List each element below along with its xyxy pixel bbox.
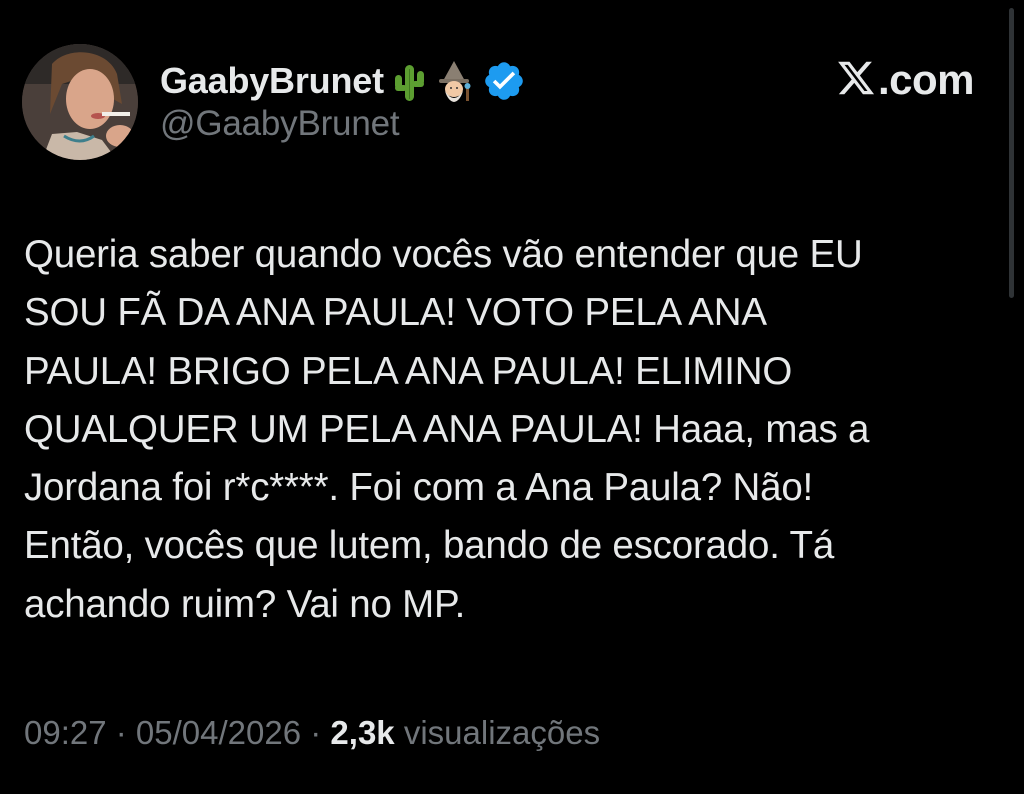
tweet-meta: 09:27 · 05/04/2026 · 2,3k visualizações [24,714,600,752]
name-row: GaabyBrunet [160,56,526,106]
tweet-time[interactable]: 09:27 [24,714,107,751]
x-logo-icon [836,58,876,103]
meta-separator: · [301,714,331,751]
scrollbar[interactable] [1009,8,1014,298]
cactus-emoji [392,59,426,103]
brand-watermark: .com [836,52,975,108]
tweet-card: GaabyBrunet @GaabyBrunet .com Queria sab… [0,0,1024,794]
meta-separator: · [106,714,136,751]
tweet-text: Queria saber quando vocês vão entender q… [24,233,870,626]
display-name[interactable]: GaabyBrunet [160,60,384,102]
views-label: visualizações [403,714,601,751]
tweet-date[interactable]: 05/04/2026 [136,714,301,751]
brand-text: .com [877,56,975,103]
avatar[interactable] [22,44,138,160]
user-handle[interactable]: @GaabyBrunet [160,104,400,144]
views-count: 2,3k [330,714,395,751]
mage-emoji [434,59,474,103]
verified-badge-icon [482,59,526,103]
